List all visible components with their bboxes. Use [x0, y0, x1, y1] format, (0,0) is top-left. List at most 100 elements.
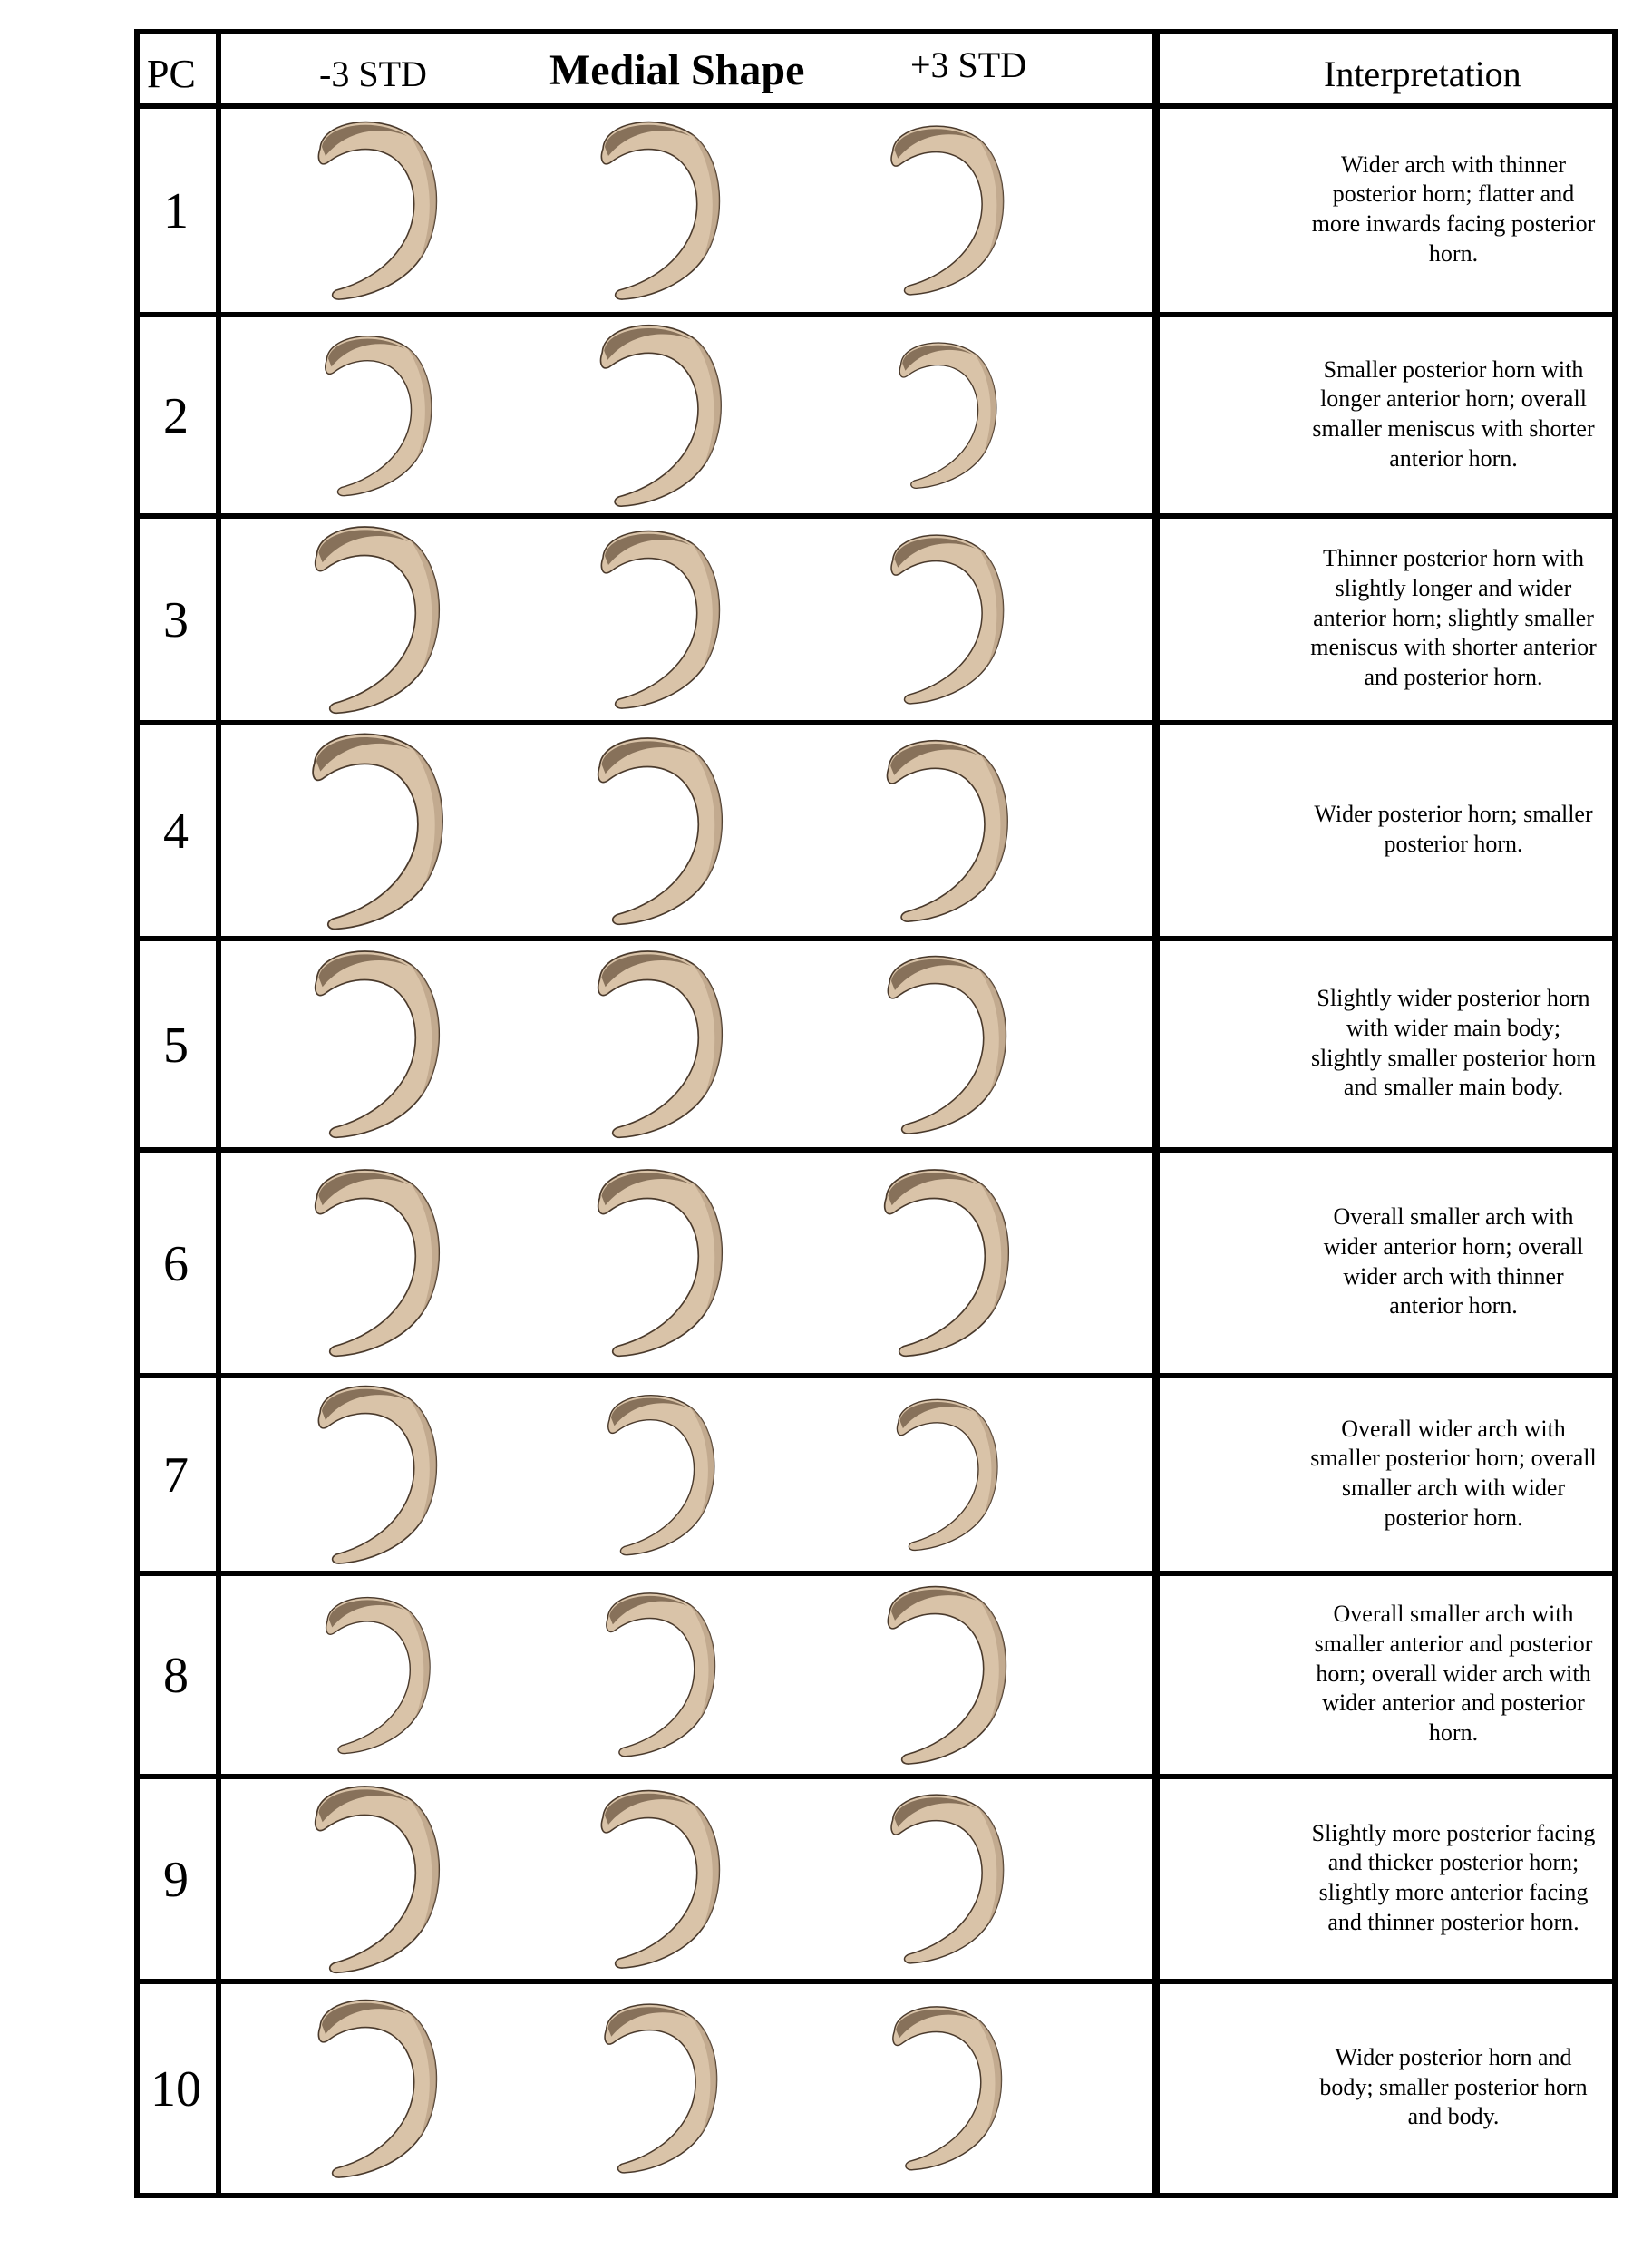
meniscus-shape-mean	[599, 1997, 729, 2178]
meniscus-shape-icon	[324, 335, 432, 496]
meniscus-shape-mean	[596, 523, 732, 714]
meniscus-shape-icon	[600, 1789, 721, 1969]
grid-line	[1612, 29, 1618, 2196]
grid-line	[134, 720, 1618, 725]
meniscus-shape-icon	[892, 2006, 1003, 2171]
interpretation-text: Thinner posterior horn with slightly lon…	[1310, 545, 1597, 691]
meniscus-shape-icon	[600, 530, 721, 709]
header-interpretation: Interpretation	[1324, 54, 1521, 94]
meniscus-shape-mean	[601, 1586, 726, 1761]
grid-line	[134, 29, 140, 2196]
meniscus-shape-plus-3-std	[886, 119, 1015, 300]
grid-line	[134, 936, 1618, 941]
meniscus-shape-mean	[592, 1162, 735, 1362]
meniscus-shape-icon	[311, 733, 443, 930]
grid-line	[134, 2193, 1618, 2198]
pc-number: 9	[163, 1852, 189, 1908]
interpretation-text: Slightly more posterior facing and thick…	[1311, 1819, 1596, 1935]
grid-line	[134, 1571, 1618, 1576]
header-pc: PC	[147, 52, 196, 96]
meniscus-shape-minus-3-std	[309, 943, 452, 1144]
meniscus-shape-mean	[592, 943, 735, 1144]
meniscus-shape-icon	[897, 1398, 998, 1551]
meniscus-shape-plus-3-std	[888, 2000, 1013, 2175]
grid-line	[134, 103, 1618, 109]
meniscus-shape-minus-3-std	[320, 329, 442, 501]
interpretation-cell: Overall smaller arch with smaller anteri…	[1291, 1572, 1616, 1776]
meniscus-shape-icon	[604, 2003, 718, 2174]
pc-table: PC -3 STD Medial Shape +3 STD Interpreta…	[134, 29, 1618, 2198]
meniscus-shape-plus-3-std	[892, 1393, 1008, 1555]
meniscus-shape-icon	[599, 324, 722, 507]
interpretation-text: Smaller posterior horn with longer anter…	[1312, 355, 1595, 472]
interpretation-cell: Overall smaller arch with wider anterior…	[1291, 1149, 1616, 1375]
meniscus-shape-mean	[603, 1388, 725, 1560]
grid-line	[134, 1373, 1618, 1378]
grid-line	[134, 312, 1618, 317]
interpretation-cell: Slightly wider posterior horn with wider…	[1291, 938, 1616, 1149]
meniscus-shape-plus-3-std	[895, 336, 1006, 492]
interpretation-text: Overall smaller arch with wider anterior…	[1323, 1203, 1584, 1319]
meniscus-shape-icon	[600, 121, 721, 300]
meniscus-shape-icon	[317, 1999, 438, 2178]
meniscus-shape-plus-3-std	[886, 528, 1015, 709]
meniscus-shape-icon	[890, 534, 1005, 705]
interpretation-text: Overall wider arch with smaller posterio…	[1310, 1415, 1597, 1531]
meniscus-shape-plus-3-std	[879, 1162, 1022, 1362]
interpretation-cell: Smaller posterior horn with longer anter…	[1291, 314, 1616, 515]
meniscus-shape-plus-3-std	[882, 1579, 1018, 1769]
meniscus-shape-icon	[884, 1169, 1010, 1358]
pc-number: 6	[163, 1235, 189, 1292]
pc-number: 3	[163, 592, 189, 648]
meniscus-shape-icon	[317, 1385, 438, 1564]
meniscus-shape-mean	[596, 1783, 732, 1973]
meniscus-shape-mean	[592, 730, 735, 930]
header-plus-3-std: +3 STD	[910, 44, 1027, 85]
meniscus-shape-icon	[315, 1786, 441, 1973]
meniscus-shape-icon	[607, 1394, 714, 1555]
interpretation-cell: Wider posterior horn; smaller posterior …	[1291, 722, 1616, 938]
meniscus-shape-icon	[315, 526, 441, 714]
meniscus-shape-minus-3-std	[313, 1378, 449, 1569]
pc-number: 10	[151, 2061, 201, 2118]
pc-number: 1	[163, 183, 189, 239]
grid-line	[134, 29, 1618, 34]
grid-line	[1157, 29, 1160, 2196]
meniscus-shape-minus-3-std	[309, 519, 452, 719]
interpretation-cell: Wider arch with thinner posterior horn; …	[1291, 105, 1616, 314]
pc-number: 8	[163, 1648, 189, 1704]
meniscus-shape-plus-3-std	[881, 733, 1020, 927]
meniscus-shape-minus-3-std	[313, 114, 449, 305]
interpretation-cell: Thinner posterior horn with slightly lon…	[1291, 515, 1616, 722]
interpretation-text: Wider arch with thinner posterior horn; …	[1311, 151, 1596, 267]
meniscus-shape-icon	[315, 950, 441, 1139]
meniscus-shape-mean	[595, 317, 734, 511]
meniscus-shape-icon	[598, 1169, 724, 1358]
meniscus-shape-minus-3-std	[321, 1591, 441, 1758]
interpretation-text: Overall smaller arch with smaller anteri…	[1314, 1601, 1593, 1747]
meniscus-shape-icon	[887, 955, 1007, 1134]
pc-number: 4	[163, 803, 189, 860]
meniscus-shape-icon	[890, 1794, 1005, 1964]
interpretation-cell: Slightly more posterior facing and thick…	[1291, 1776, 1616, 1981]
pc-number: 7	[163, 1447, 189, 1504]
pc-number: 5	[163, 1017, 189, 1074]
grid-line	[134, 1147, 1618, 1153]
meniscus-shape-icon	[598, 950, 724, 1139]
meniscus-shape-icon	[325, 1596, 431, 1754]
meniscus-shape-minus-3-std	[309, 1162, 452, 1362]
header-minus-3-std: -3 STD	[319, 54, 427, 94]
meniscus-shape-plus-3-std	[882, 949, 1018, 1139]
header-title: Medial Shape	[549, 46, 805, 94]
grid-line	[134, 513, 1618, 519]
pc-number: 2	[163, 388, 189, 444]
grid-line	[134, 1774, 1618, 1779]
meniscus-shape-minus-3-std	[306, 725, 456, 935]
meniscus-shape-minus-3-std	[309, 1778, 452, 1979]
grid-line	[216, 29, 221, 2196]
interpretation-text: Slightly wider posterior horn with wider…	[1310, 985, 1597, 1101]
meniscus-shape-icon	[606, 1592, 716, 1757]
interpretation-text: Wider posterior horn; smaller posterior …	[1314, 801, 1593, 857]
meniscus-shape-mean	[596, 114, 732, 305]
meniscus-shape-icon	[899, 342, 996, 489]
